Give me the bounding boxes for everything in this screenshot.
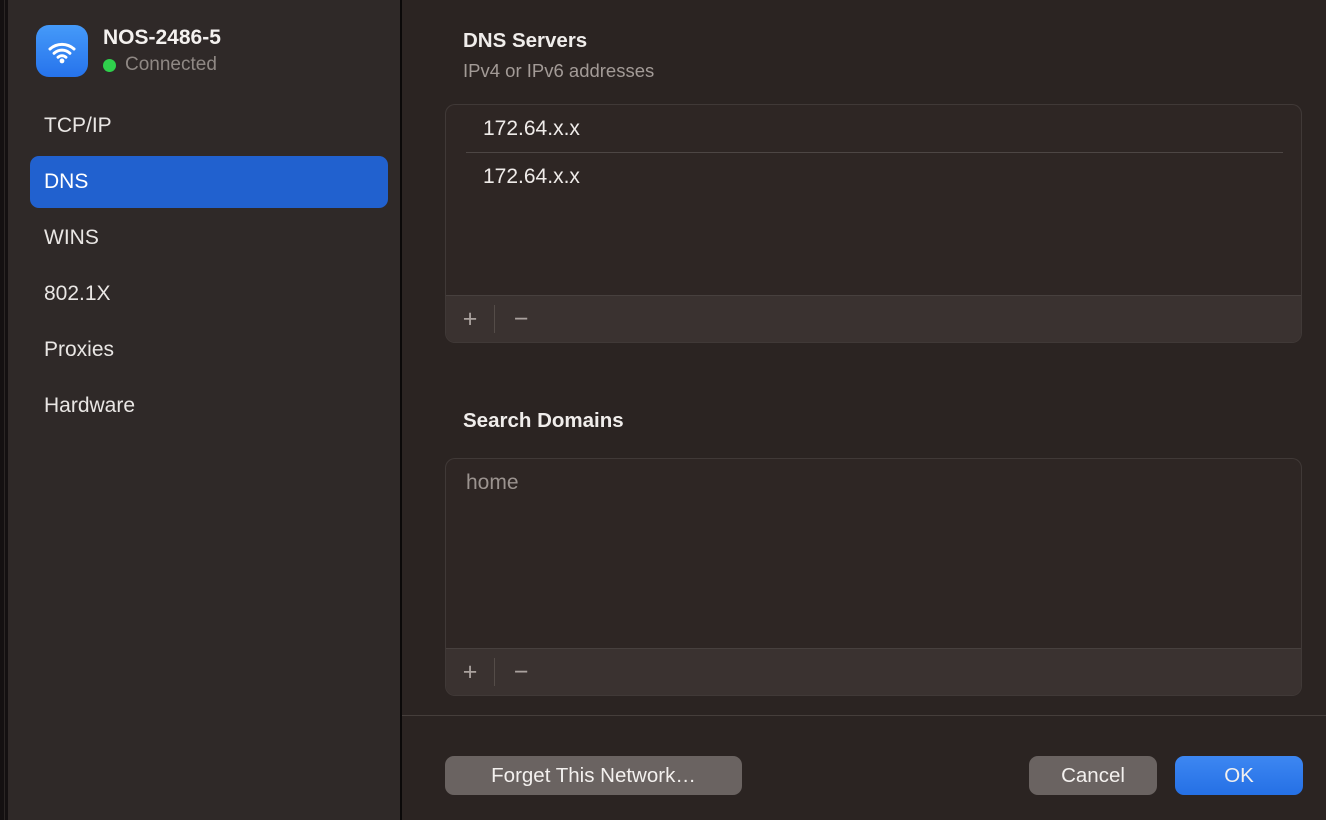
network-status-label: Connected bbox=[125, 54, 217, 76]
dns-servers-rows: 172.64.x.x 172.64.x.x bbox=[446, 105, 1301, 296]
search-domain-remove-button[interactable]: − bbox=[495, 649, 547, 695]
network-details-sidebar: NOS-2486-5 Connected TCP/IP DNS WINS 802… bbox=[8, 0, 400, 820]
settings-nav: TCP/IP DNS WINS 802.1X Proxies Hardware bbox=[30, 100, 388, 436]
sidebar-item-dns[interactable]: DNS bbox=[30, 156, 388, 208]
bottom-divider bbox=[402, 715, 1326, 716]
cancel-button[interactable]: Cancel bbox=[1029, 756, 1157, 795]
dns-servers-title: DNS Servers bbox=[463, 29, 587, 53]
dns-add-button[interactable]: + bbox=[446, 296, 494, 342]
dns-remove-button[interactable]: − bbox=[495, 296, 547, 342]
dns-servers-subtitle: IPv4 or IPv6 addresses bbox=[463, 60, 654, 82]
network-status: Connected bbox=[103, 54, 221, 76]
minus-icon: − bbox=[514, 658, 529, 687]
dns-servers-footer: + − bbox=[446, 295, 1301, 342]
network-name: NOS-2486-5 bbox=[103, 26, 221, 49]
network-header: NOS-2486-5 Connected bbox=[36, 25, 221, 77]
sidebar-item-wins[interactable]: WINS bbox=[30, 212, 388, 264]
sidebar-item-tcpip[interactable]: TCP/IP bbox=[30, 100, 388, 152]
wifi-icon bbox=[36, 25, 88, 77]
plus-icon: + bbox=[463, 305, 478, 334]
plus-icon: + bbox=[463, 658, 478, 687]
forget-network-button[interactable]: Forget This Network… bbox=[445, 756, 742, 795]
search-domains-listbox: home + − bbox=[445, 458, 1302, 696]
search-domains-rows: home bbox=[446, 459, 1301, 649]
sidebar-item-proxies[interactable]: Proxies bbox=[30, 324, 388, 376]
minus-icon: − bbox=[514, 305, 529, 334]
dns-server-row[interactable]: 172.64.x.x bbox=[446, 105, 1301, 152]
search-domains-footer: + − bbox=[446, 648, 1301, 695]
search-domain-add-button[interactable]: + bbox=[446, 649, 494, 695]
sidebar-item-hardware[interactable]: Hardware bbox=[30, 380, 388, 432]
sidebar-item-8021x[interactable]: 802.1X bbox=[30, 268, 388, 320]
window-edge bbox=[0, 0, 8, 820]
connected-dot-icon bbox=[103, 59, 116, 72]
search-domains-title: Search Domains bbox=[463, 409, 624, 433]
dns-servers-listbox: 172.64.x.x 172.64.x.x + − bbox=[445, 104, 1302, 343]
search-domain-row[interactable]: home bbox=[446, 459, 1301, 506]
ok-button[interactable]: OK bbox=[1175, 756, 1303, 795]
dns-settings-panel: DNS Servers IPv4 or IPv6 addresses 172.6… bbox=[402, 0, 1326, 820]
dns-server-row[interactable]: 172.64.x.x bbox=[446, 153, 1301, 200]
network-info: NOS-2486-5 Connected bbox=[103, 26, 221, 76]
